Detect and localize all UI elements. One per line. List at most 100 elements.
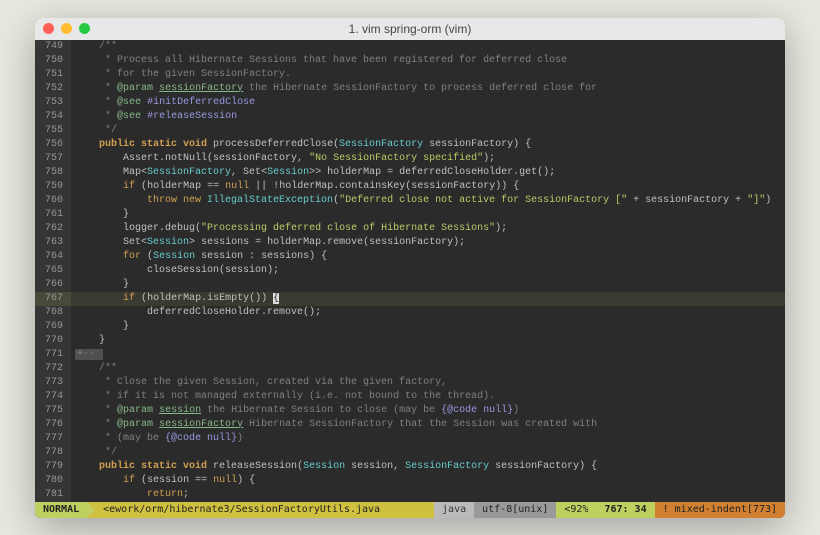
code-content[interactable]: } bbox=[71, 208, 785, 222]
code-content[interactable]: */ bbox=[71, 124, 785, 138]
close-icon[interactable] bbox=[43, 23, 54, 34]
line-number: 779 bbox=[35, 460, 71, 474]
code-content[interactable]: * for the given SessionFactory. bbox=[71, 68, 785, 82]
code-content[interactable]: * @param sessionFactory Hibernate Sessio… bbox=[71, 418, 785, 432]
cursor-position: 767: 34 bbox=[596, 502, 654, 518]
code-content[interactable]: * (may be {@code null}) bbox=[71, 432, 785, 446]
code-line[interactable]: 756 public static void processDeferredCl… bbox=[35, 138, 785, 152]
code-content[interactable]: Assert.notNull(sessionFactory, "No Sessi… bbox=[71, 152, 785, 166]
code-content[interactable]: } bbox=[71, 334, 785, 348]
code-content[interactable]: throw new IllegalStateException("Deferre… bbox=[71, 194, 785, 208]
code-line[interactable]: 752 * @param sessionFactory the Hibernat… bbox=[35, 82, 785, 96]
code-content[interactable]: public static void releaseSession(Sessio… bbox=[71, 460, 785, 474]
code-content[interactable]: */ bbox=[71, 446, 785, 460]
line-number: 750 bbox=[35, 54, 71, 68]
line-number: 778 bbox=[35, 446, 71, 460]
code-content[interactable]: * Close the given Session, created via t… bbox=[71, 376, 785, 390]
line-number: 769 bbox=[35, 320, 71, 334]
code-line[interactable]: 763 Set<Session> sessions = holderMap.re… bbox=[35, 236, 785, 250]
minimize-icon[interactable] bbox=[61, 23, 72, 34]
code-line[interactable]: 773 * Close the given Session, created v… bbox=[35, 376, 785, 390]
code-content[interactable]: if (holderMap.isEmpty()) { bbox=[71, 292, 785, 306]
code-line[interactable]: 764 for (Session session : sessions) { bbox=[35, 250, 785, 264]
line-number: 765 bbox=[35, 264, 71, 278]
code-content[interactable]: * @param session the Hibernate Session t… bbox=[71, 404, 785, 418]
line-number: 771 bbox=[35, 348, 71, 362]
code-content[interactable]: * @see #releaseSession bbox=[71, 110, 785, 124]
code-line[interactable]: 762 logger.debug("Processing deferred cl… bbox=[35, 222, 785, 236]
code-line[interactable]: 753 * @see #initDeferredClose bbox=[35, 96, 785, 110]
code-content[interactable]: for (Session session : sessions) { bbox=[71, 250, 785, 264]
line-number: 776 bbox=[35, 418, 71, 432]
code-content[interactable]: if (holderMap == null || !holderMap.cont… bbox=[71, 180, 785, 194]
line-number: 757 bbox=[35, 152, 71, 166]
line-number: 770 bbox=[35, 334, 71, 348]
code-line[interactable]: 776 * @param sessionFactory Hibernate Se… bbox=[35, 418, 785, 432]
code-line[interactable]: 780 if (session == null) { bbox=[35, 474, 785, 488]
code-line[interactable]: 759 if (holderMap == null || !holderMap.… bbox=[35, 180, 785, 194]
line-number: 766 bbox=[35, 278, 71, 292]
editor-area[interactable]: 749 /**750 * Process all Hibernate Sessi… bbox=[35, 40, 785, 502]
code-line[interactable]: 760 throw new IllegalStateException("Def… bbox=[35, 194, 785, 208]
code-line[interactable]: 755 */ bbox=[35, 124, 785, 138]
code-line[interactable]: 768 deferredCloseHolder.remove(); bbox=[35, 306, 785, 320]
titlebar[interactable]: 1. vim spring-orm (vim) bbox=[35, 18, 785, 40]
maximize-icon[interactable] bbox=[79, 23, 90, 34]
code-line[interactable]: 749 /** bbox=[35, 40, 785, 54]
code-content[interactable]: if (session == null) { bbox=[71, 474, 785, 488]
code-content[interactable]: logger.debug("Processing deferred close … bbox=[71, 222, 785, 236]
line-number: 751 bbox=[35, 68, 71, 82]
code-line[interactable]: 765 closeSession(session); bbox=[35, 264, 785, 278]
code-line[interactable]: 771+-- bbox=[35, 348, 785, 362]
code-line[interactable]: 778 */ bbox=[35, 446, 785, 460]
separator-icon bbox=[87, 502, 95, 518]
traffic-lights bbox=[43, 23, 90, 34]
code-line[interactable]: 767 if (holderMap.isEmpty()) { bbox=[35, 292, 785, 306]
code-content[interactable]: return; bbox=[71, 488, 785, 502]
line-number: 761 bbox=[35, 208, 71, 222]
code-line[interactable]: 751 * for the given SessionFactory. bbox=[35, 68, 785, 82]
code-content[interactable]: } bbox=[71, 278, 785, 292]
code-content[interactable]: public static void processDeferredClose(… bbox=[71, 138, 785, 152]
filetype-indicator: java bbox=[434, 502, 474, 518]
code-content[interactable]: * @param sessionFactory the Hibernate Se… bbox=[71, 82, 785, 96]
code-content[interactable]: closeSession(session); bbox=[71, 264, 785, 278]
code-line[interactable]: 770 } bbox=[35, 334, 785, 348]
code-content[interactable]: +-- bbox=[71, 348, 785, 362]
line-number: 749 bbox=[35, 40, 71, 54]
code-line[interactable]: 772 /** bbox=[35, 362, 785, 376]
line-number: 768 bbox=[35, 306, 71, 320]
mode-indicator: NORMAL bbox=[35, 502, 87, 518]
line-number: 774 bbox=[35, 390, 71, 404]
line-number: 758 bbox=[35, 166, 71, 180]
code-line[interactable]: 757 Assert.notNull(sessionFactory, "No S… bbox=[35, 152, 785, 166]
line-number: 760 bbox=[35, 194, 71, 208]
code-line[interactable]: 769 } bbox=[35, 320, 785, 334]
line-number: 754 bbox=[35, 110, 71, 124]
code-content[interactable]: * @see #initDeferredClose bbox=[71, 96, 785, 110]
code-content[interactable]: /** bbox=[71, 40, 785, 54]
line-number: 781 bbox=[35, 488, 71, 502]
code-line[interactable]: 775 * @param session the Hibernate Sessi… bbox=[35, 404, 785, 418]
encoding-indicator: utf-8[unix] bbox=[474, 502, 556, 518]
code-line[interactable]: 754 * @see #releaseSession bbox=[35, 110, 785, 124]
code-content[interactable]: * Process all Hibernate Sessions that ha… bbox=[71, 54, 785, 68]
code-line[interactable]: 779 public static void releaseSession(Se… bbox=[35, 460, 785, 474]
line-number: 762 bbox=[35, 222, 71, 236]
code-line[interactable]: 750 * Process all Hibernate Sessions tha… bbox=[35, 54, 785, 68]
code-line[interactable]: 777 * (may be {@code null}) bbox=[35, 432, 785, 446]
warning-indicator: ! mixed-indent[773] bbox=[655, 502, 785, 518]
code-content[interactable]: Set<Session> sessions = holderMap.remove… bbox=[71, 236, 785, 250]
code-content[interactable]: /** bbox=[71, 362, 785, 376]
code-content[interactable]: deferredCloseHolder.remove(); bbox=[71, 306, 785, 320]
code-line[interactable]: 758 Map<SessionFactory, Set<Session>> ho… bbox=[35, 166, 785, 180]
line-number: 752 bbox=[35, 82, 71, 96]
code-line[interactable]: 761 } bbox=[35, 208, 785, 222]
code-content[interactable]: * if it is not managed externally (i.e. … bbox=[71, 390, 785, 404]
code-content[interactable]: } bbox=[71, 320, 785, 334]
code-line[interactable]: 781 return; bbox=[35, 488, 785, 502]
code-line[interactable]: 766 } bbox=[35, 278, 785, 292]
code-line[interactable]: 774 * if it is not managed externally (i… bbox=[35, 390, 785, 404]
line-number: 767 bbox=[35, 292, 71, 306]
code-content[interactable]: Map<SessionFactory, Set<Session>> holder… bbox=[71, 166, 785, 180]
